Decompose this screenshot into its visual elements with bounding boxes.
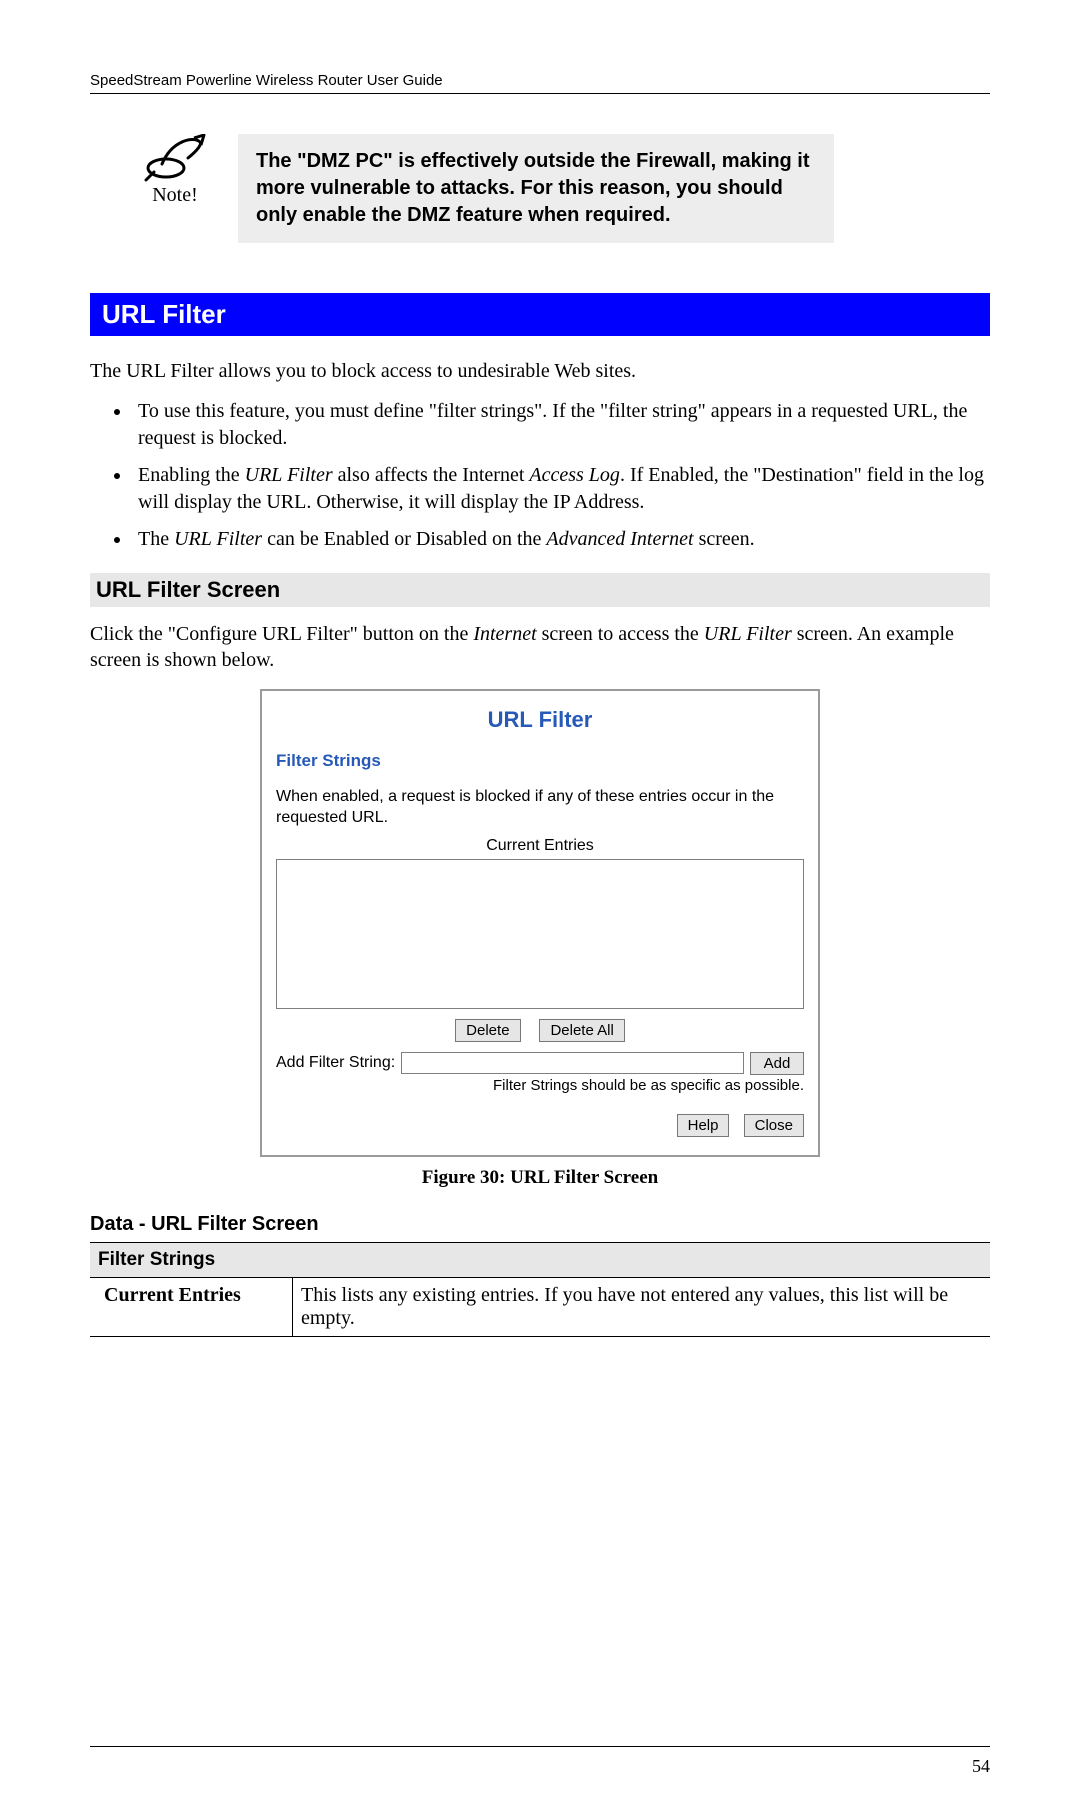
text-italic: URL Filter bbox=[174, 528, 262, 550]
text-italic: Advanced Internet bbox=[546, 528, 693, 550]
data-heading: Data - URL Filter Screen bbox=[90, 1213, 990, 1236]
delete-buttons-row: Delete Delete All bbox=[276, 1019, 804, 1042]
page: SpeedStream Powerline Wireless Router Us… bbox=[0, 0, 1080, 1819]
section-bullets: To use this feature, you must define "fi… bbox=[90, 398, 990, 553]
text: screen to access the bbox=[537, 623, 704, 645]
add-filter-label: Add Filter String: bbox=[276, 1054, 395, 1072]
delete-all-button[interactable]: Delete All bbox=[539, 1019, 624, 1042]
table-section-head: Filter Strings bbox=[90, 1242, 990, 1277]
subsection-title: URL Filter Screen bbox=[90, 573, 990, 607]
close-button[interactable]: Close bbox=[744, 1114, 804, 1137]
current-entries-listbox[interactable] bbox=[276, 859, 804, 1009]
url-filter-ui: URL Filter Filter Strings When enabled, … bbox=[260, 689, 820, 1157]
text-italic: URL Filter bbox=[704, 623, 792, 645]
ui-title: URL Filter bbox=[276, 707, 804, 733]
help-close-row: Help Close bbox=[276, 1114, 804, 1137]
note-label: Note! bbox=[140, 184, 210, 207]
subsection-para: Click the "Configure URL Filter" button … bbox=[90, 621, 990, 673]
table-section-row: Filter Strings bbox=[90, 1242, 990, 1277]
text: screen. bbox=[694, 528, 755, 550]
text-italic: Access Log bbox=[529, 464, 620, 486]
row-value: This lists any existing entries. If you … bbox=[293, 1277, 991, 1336]
bullet-2: Enabling the URL Filter also affects the… bbox=[132, 462, 990, 516]
delete-button[interactable]: Delete bbox=[455, 1019, 520, 1042]
row-label: Current Entries bbox=[90, 1277, 293, 1336]
help-button[interactable]: Help bbox=[677, 1114, 730, 1137]
footer-rule bbox=[90, 1746, 990, 1747]
filter-hint: Filter Strings should be as specific as … bbox=[276, 1077, 804, 1094]
text: The bbox=[138, 528, 174, 550]
text: also affects the Internet bbox=[333, 464, 530, 486]
text: Enabling the bbox=[138, 464, 245, 486]
section-intro: The URL Filter allows you to block acces… bbox=[90, 358, 990, 384]
add-button[interactable]: Add bbox=[750, 1052, 804, 1075]
bullet-1: To use this feature, you must define "fi… bbox=[132, 398, 990, 452]
note-icon: Note! bbox=[140, 134, 210, 207]
add-filter-input[interactable] bbox=[401, 1052, 744, 1074]
running-head: SpeedStream Powerline Wireless Router Us… bbox=[90, 72, 990, 94]
data-table: Filter Strings Current Entries This list… bbox=[90, 1242, 990, 1337]
note-text: The "DMZ PC" is effectively outside the … bbox=[238, 134, 834, 243]
section-title-bar: URL Filter bbox=[90, 293, 990, 336]
text: can be Enabled or Disabled on the bbox=[262, 528, 546, 550]
ui-description: When enabled, a request is blocked if an… bbox=[276, 787, 804, 829]
add-filter-row: Add Filter String: Add bbox=[276, 1052, 804, 1075]
text-italic: Internet bbox=[473, 623, 536, 645]
page-number: 54 bbox=[972, 1756, 990, 1777]
note-block: Note! The "DMZ PC" is effectively outsid… bbox=[140, 134, 990, 243]
figure-caption: Figure 30: URL Filter Screen bbox=[90, 1167, 990, 1189]
ui-subheading: Filter Strings bbox=[276, 751, 804, 771]
text-italic: URL Filter bbox=[245, 464, 333, 486]
bullet-3: The URL Filter can be Enabled or Disable… bbox=[132, 526, 990, 553]
current-entries-label: Current Entries bbox=[276, 837, 804, 855]
text: Click the "Configure URL Filter" button … bbox=[90, 623, 473, 645]
table-row: Current Entries This lists any existing … bbox=[90, 1277, 990, 1336]
